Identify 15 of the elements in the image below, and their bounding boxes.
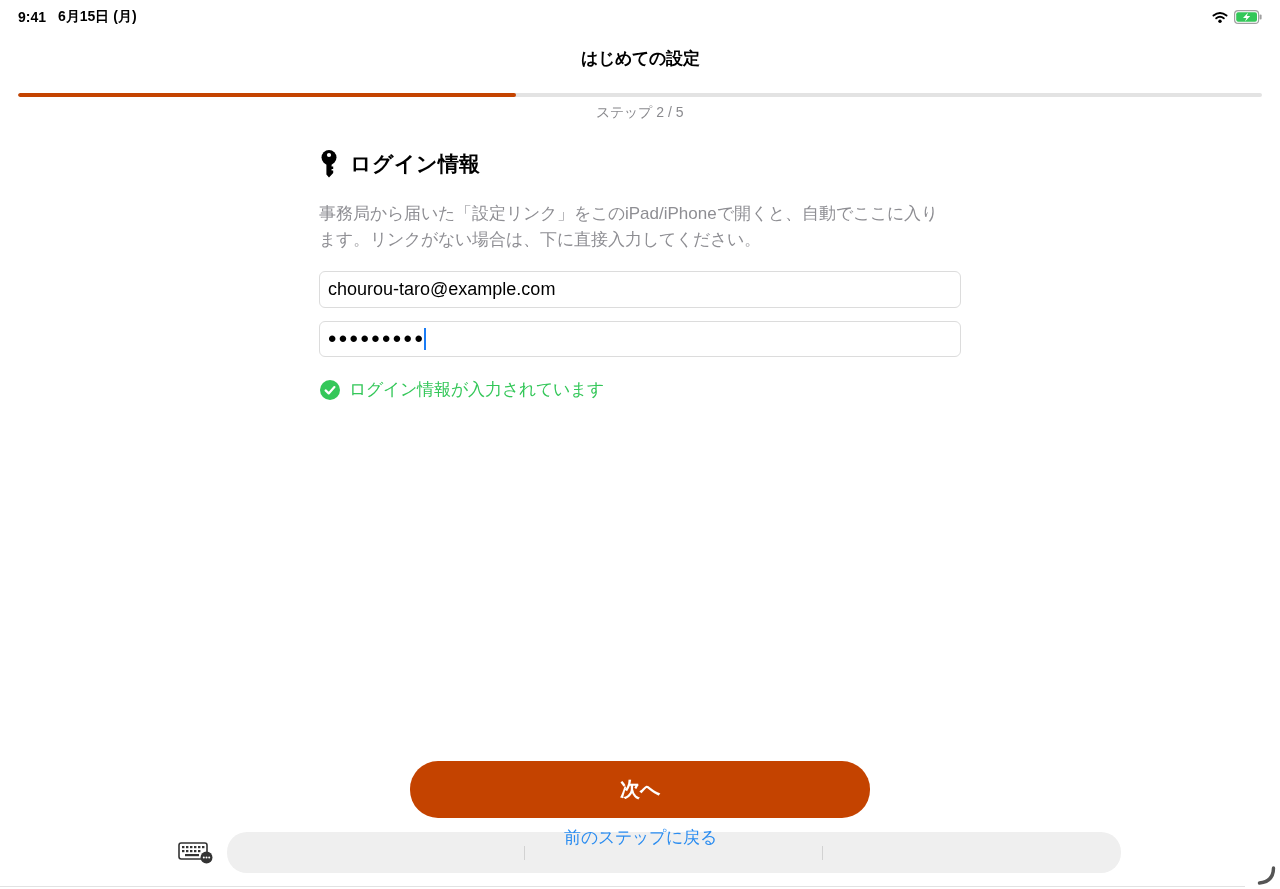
description-text: 事務局から届いた「設定リンク」をこのiPad/iPhoneで開くと、自動でここに入ります。リンクがない場合は、下に直接入力してください。 <box>319 203 939 251</box>
keyboard-icon[interactable] <box>178 841 213 864</box>
status-time: 9:41 <box>18 9 47 25</box>
screen-title: はじめての設定 <box>580 48 700 70</box>
status-message: ログイン情報が入力されています <box>349 380 604 400</box>
step-label: ステップ 2 / 5 <box>596 103 684 121</box>
email-field[interactable]: chourou-taro@example.com <box>319 271 961 308</box>
check-circle-icon <box>320 380 340 400</box>
corner-arc-icon <box>1257 866 1276 885</box>
status-date: 6月15日 (月) <box>58 8 137 26</box>
key-icon <box>321 150 337 178</box>
next-button[interactable]: 次へ <box>410 761 870 818</box>
password-field[interactable]: ••••••••• <box>319 321 961 357</box>
section-title: ログイン情報 <box>350 151 480 177</box>
wifi-icon <box>1212 11 1228 23</box>
